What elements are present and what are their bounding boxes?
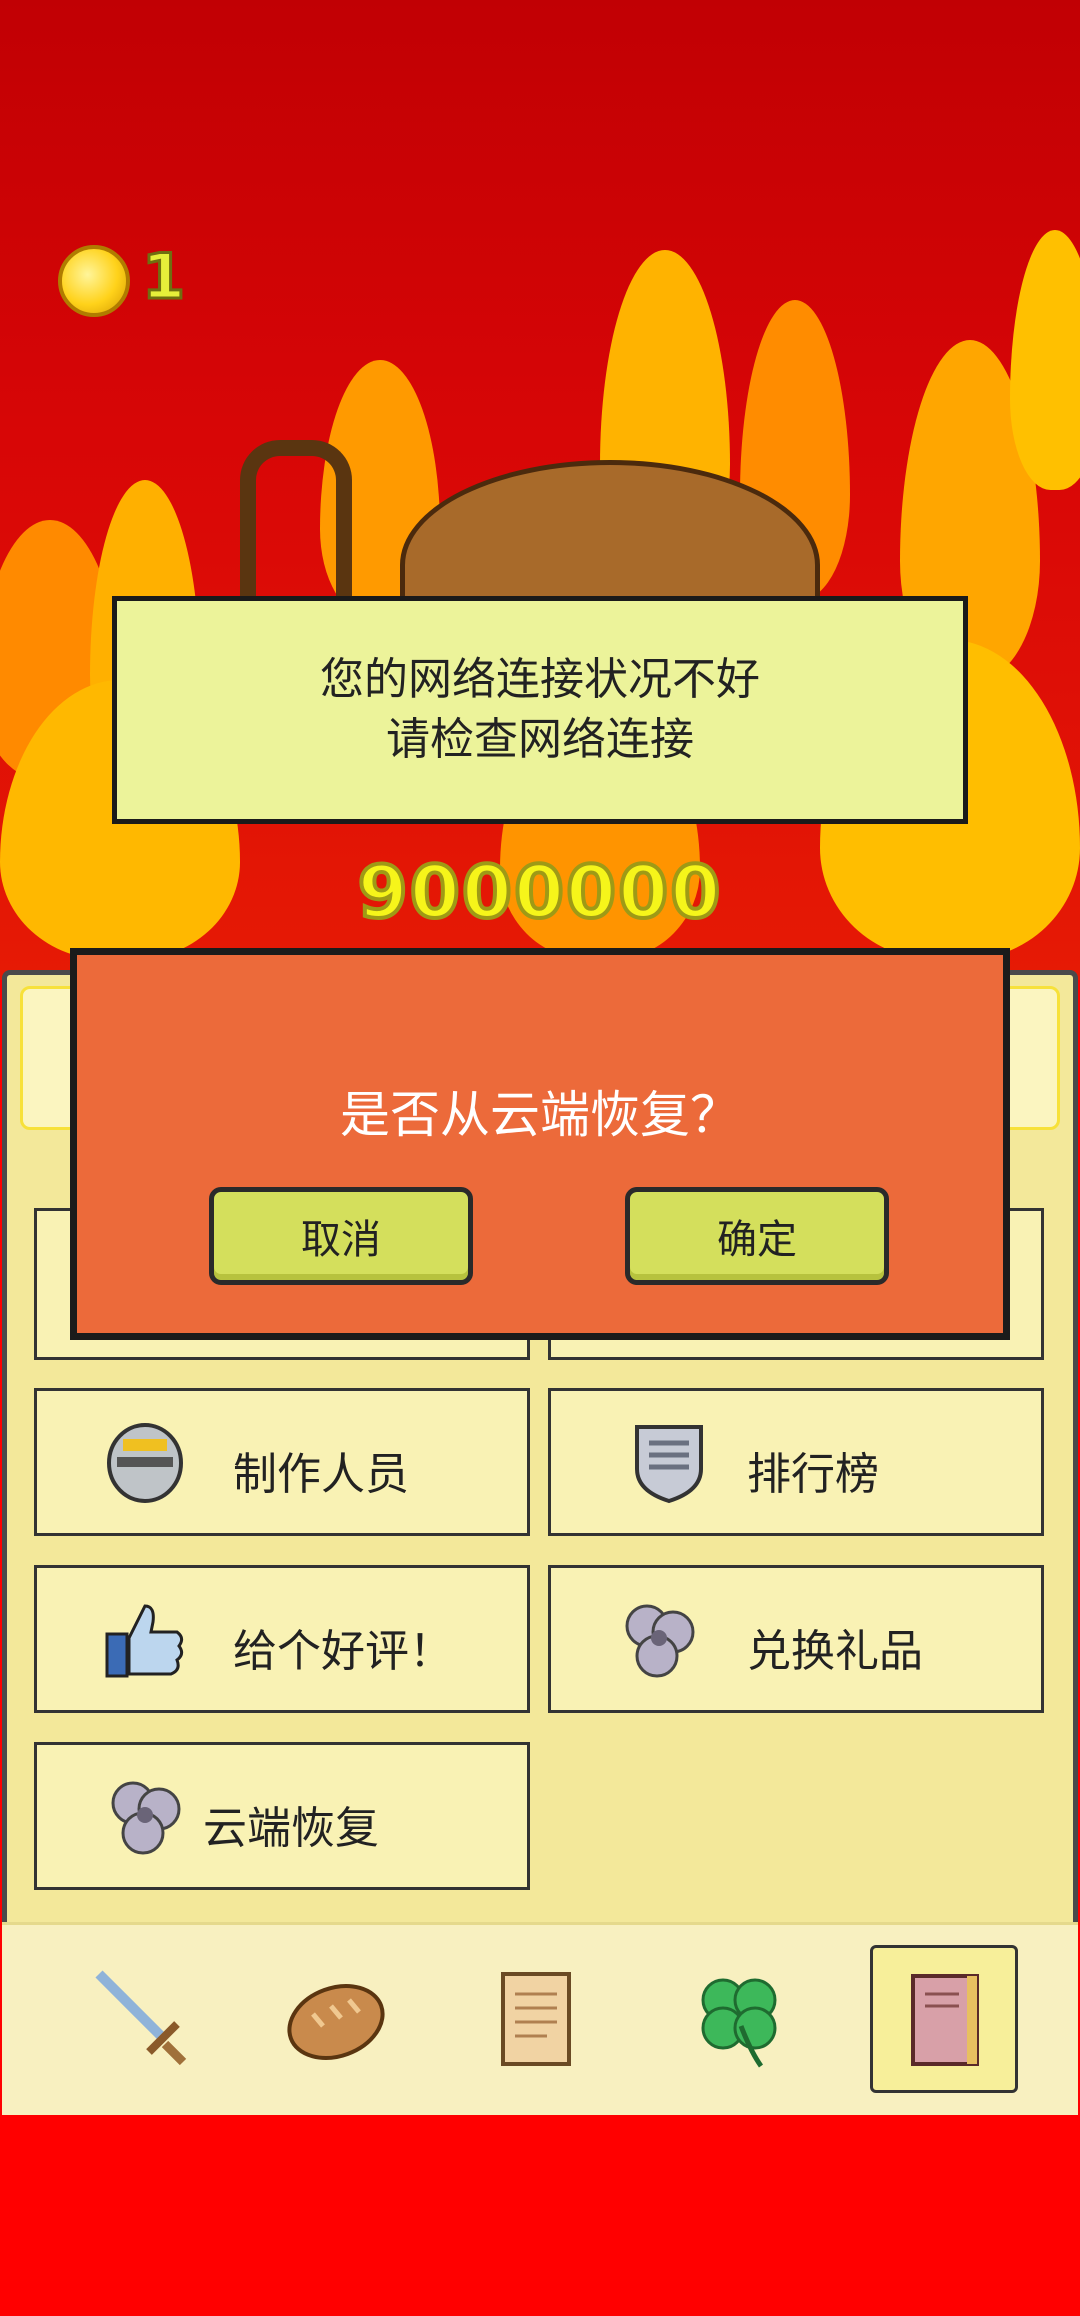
tab-food[interactable] <box>262 1945 410 2093</box>
cloud-restore-dialog: 是否从云端恢复？ 取消 确定 <box>70 948 1010 1340</box>
redeem-gift-label: 兑换礼品 <box>747 1626 923 1677</box>
tab-luck[interactable] <box>666 1945 814 2093</box>
coin-count: 1 <box>140 239 186 315</box>
sword-icon <box>95 1970 187 2066</box>
cloud-restore-button[interactable]: 云端恢复 <box>34 1742 530 1890</box>
bottom-tab-bar <box>2 1922 1078 2115</box>
dialog-question: 是否从云端恢复？ <box>340 1086 740 1144</box>
book-icon <box>911 1974 979 2066</box>
leaderboard-label: 排行榜 <box>747 1449 879 1500</box>
network-warning-line2: 请检查网络连接 <box>386 714 694 765</box>
tab-book[interactable] <box>870 1945 1018 2093</box>
network-warning-line1: 您的网络连接状况不好 <box>320 654 760 705</box>
clover-icon <box>701 1978 777 2068</box>
tab-weapons[interactable] <box>66 1945 214 2093</box>
credits-label: 制作人员 <box>233 1449 409 1500</box>
cancel-button[interactable]: 取消 <box>209 1187 473 1285</box>
confirm-button[interactable]: 确定 <box>625 1187 889 1285</box>
score-display: 9000000 <box>356 848 723 936</box>
rate-label: 给个好评！ <box>233 1626 453 1677</box>
scroll-icon <box>501 1972 571 2066</box>
gold-coin-icon <box>58 245 130 317</box>
swirl-icon <box>625 1604 695 1678</box>
redeem-gift-button[interactable]: 兑换礼品 <box>548 1565 1044 1713</box>
bread-icon <box>287 1984 385 2060</box>
network-warning-banner: 您的网络连接状况不好 请检查网络连接 <box>112 596 968 824</box>
rate-button[interactable]: 给个好评！ <box>34 1565 530 1713</box>
credits-button[interactable]: 制作人员 <box>34 1388 530 1536</box>
cloud-restore-label: 云端恢复 <box>203 1803 379 1854</box>
thumbs-up-icon <box>105 1604 184 1678</box>
leaderboard-button[interactable]: 排行榜 <box>548 1388 1044 1536</box>
swirl-icon <box>111 1781 181 1855</box>
shield-icon <box>635 1425 703 1504</box>
flame <box>1010 230 1080 490</box>
tab-scroll[interactable] <box>462 1945 610 2093</box>
knight-helmet-icon <box>107 1423 183 1503</box>
